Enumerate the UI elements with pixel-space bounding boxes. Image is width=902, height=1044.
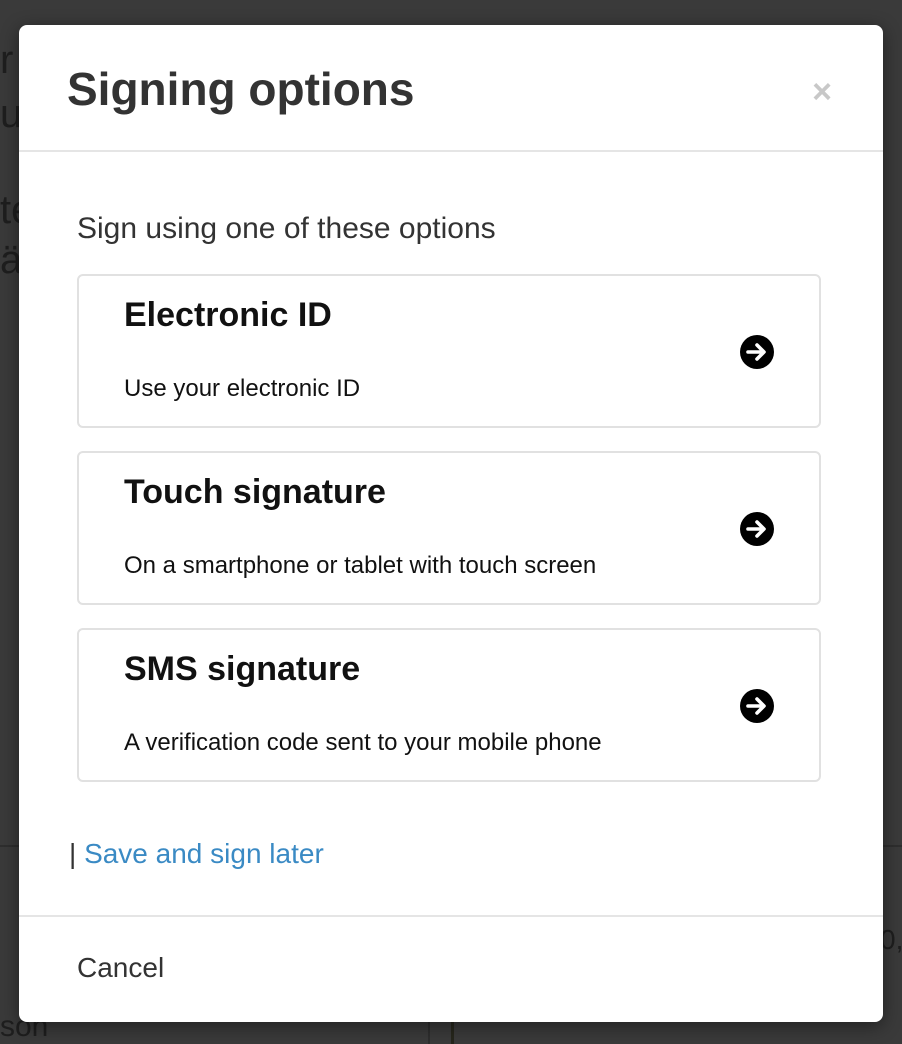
cancel-button[interactable]: Cancel [77, 951, 164, 985]
separator: | [69, 838, 85, 869]
option-sms-signature[interactable]: SMS signature A verification code sent t… [77, 628, 821, 782]
dialog-footer: Cancel [19, 915, 883, 1022]
option-title: SMS signature [124, 650, 361, 688]
background-divider [451, 1022, 454, 1044]
close-icon[interactable]: × [809, 75, 835, 109]
arrow-right-circle-icon [740, 689, 774, 723]
arrow-right-circle-icon [740, 335, 774, 369]
dialog-title: Signing options [67, 63, 415, 115]
background-divider [883, 845, 902, 847]
background-divider [428, 1022, 430, 1044]
background-text-fragment: 0, [880, 924, 902, 955]
background-divider [0, 845, 19, 847]
option-description: On a smartphone or tablet with touch scr… [124, 552, 597, 579]
option-title: Electronic ID [124, 296, 332, 334]
save-later-row: | Save and sign later [69, 837, 324, 871]
option-title: Touch signature [124, 473, 386, 511]
signing-options-dialog: Signing options × Sign using one of thes… [19, 25, 883, 1022]
option-touch-signature[interactable]: Touch signature On a smartphone or table… [77, 451, 821, 605]
option-description: A verification code sent to your mobile … [124, 729, 602, 756]
option-electronic-id[interactable]: Electronic ID Use your electronic ID [77, 274, 821, 428]
intro-text: Sign using one of these options [77, 212, 496, 245]
option-description: Use your electronic ID [124, 375, 361, 402]
dialog-header: Signing options × [19, 25, 883, 152]
arrow-right-circle-icon [740, 512, 774, 546]
save-and-sign-later-link[interactable]: Save and sign later [84, 838, 324, 869]
